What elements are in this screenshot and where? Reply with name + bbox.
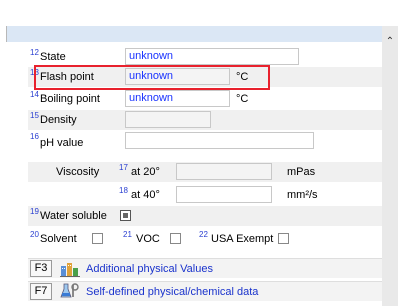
row-state: 12 State unknown bbox=[28, 47, 382, 67]
boiling-point-label: Boiling point bbox=[40, 93, 100, 105]
water-soluble-checkbox[interactable] bbox=[120, 210, 131, 221]
row-ph-value: 16 pH value bbox=[28, 131, 382, 151]
row-water-soluble: 19 Water soluble bbox=[28, 206, 382, 226]
boiling-point-unit: °C bbox=[236, 93, 249, 105]
solvent-label: Solvent bbox=[40, 233, 77, 245]
row-flags: 20 Solvent 21 VOC 22 USA Exempt bbox=[28, 229, 382, 249]
additional-physical-values-link[interactable]: Additional physical Values bbox=[86, 262, 213, 276]
field-number: 18 bbox=[119, 186, 128, 195]
viscosity-20-unit: mPas bbox=[287, 166, 316, 178]
field-number: 12 bbox=[30, 48, 39, 57]
building-chart-icon bbox=[60, 260, 80, 277]
ph-value-label: pH value bbox=[40, 137, 84, 149]
voc-checkbox[interactable] bbox=[170, 233, 181, 244]
row-boiling-point: 14 Boiling point unknown °C bbox=[28, 89, 382, 109]
viscosity-40-field[interactable] bbox=[176, 186, 272, 203]
boiling-point-field[interactable]: unknown bbox=[125, 90, 230, 107]
scroll-up-icon[interactable]: ⌃ bbox=[385, 37, 395, 47]
highlight-box bbox=[34, 65, 270, 90]
flask-tools-icon bbox=[60, 283, 80, 300]
section-header bbox=[6, 26, 382, 42]
viscosity-label: Viscosity bbox=[56, 166, 100, 178]
density-label: Density bbox=[40, 114, 77, 126]
viscosity-20-field[interactable] bbox=[176, 163, 272, 180]
water-soluble-label: Water soluble bbox=[40, 210, 107, 222]
row-density: 15 Density bbox=[28, 110, 382, 130]
f3-key-button[interactable]: F3 bbox=[30, 260, 52, 277]
self-defined-data-link[interactable]: Self-defined physical/chemical data bbox=[86, 285, 258, 299]
vertical-scrollbar[interactable]: ⌃ bbox=[382, 26, 398, 306]
field-number: 14 bbox=[30, 90, 39, 99]
window-top-area bbox=[0, 0, 398, 26]
row-viscosity-20: Viscosity 17 at 20° mPas bbox=[28, 162, 382, 182]
field-number: 21 bbox=[123, 230, 132, 239]
solvent-checkbox[interactable] bbox=[92, 233, 103, 244]
voc-label: VOC bbox=[136, 233, 160, 245]
f7-key-button[interactable]: F7 bbox=[30, 283, 52, 300]
field-number: 19 bbox=[30, 207, 39, 216]
density-field[interactable] bbox=[125, 111, 211, 128]
ph-value-field[interactable] bbox=[125, 132, 314, 149]
viscosity-20-label: at 20° bbox=[131, 166, 160, 178]
field-number: 15 bbox=[30, 111, 39, 120]
f3-bar[interactable]: F3 Additional physical Values bbox=[28, 258, 382, 278]
field-number: 16 bbox=[30, 132, 39, 141]
field-number: 17 bbox=[119, 163, 128, 172]
viscosity-40-label: at 40° bbox=[131, 189, 160, 201]
state-field[interactable]: unknown bbox=[125, 48, 299, 65]
f7-bar[interactable]: F7 Self-defined physical/chemical data bbox=[28, 281, 382, 301]
field-number: 20 bbox=[30, 230, 39, 239]
field-number: 22 bbox=[199, 230, 208, 239]
state-label: State bbox=[40, 51, 66, 63]
usa-exempt-label: USA Exempt bbox=[211, 233, 274, 245]
row-viscosity-40: 18 at 40° mm²/s bbox=[28, 185, 382, 205]
usa-exempt-checkbox[interactable] bbox=[278, 233, 289, 244]
viscosity-40-unit: mm²/s bbox=[287, 189, 318, 201]
